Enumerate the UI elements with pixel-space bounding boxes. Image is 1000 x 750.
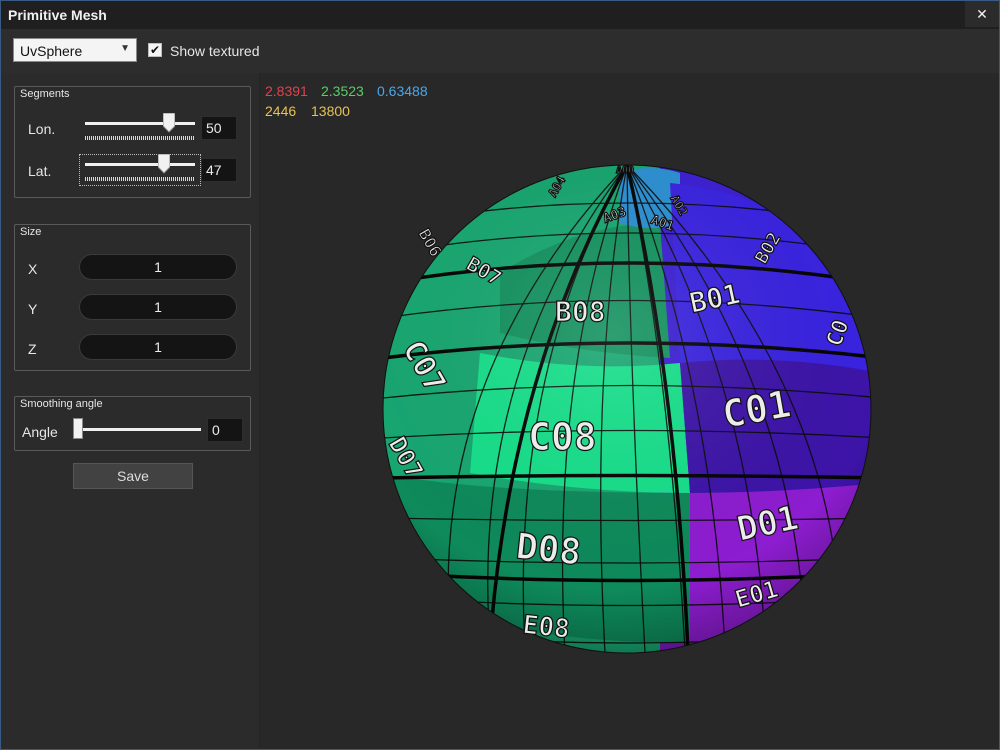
mesh-type-value: UvSphere [20,43,83,59]
angle-label: Angle [22,424,58,440]
properties-panel: Segments Lon. 50 Lat. 47 Size X 1 Y 1 Z … [1,73,260,749]
tex-label-c08: C08 [528,415,597,459]
size-y-field[interactable]: 1 [79,294,237,320]
chevron-down-icon: ▼ [120,43,130,54]
tex-label-d08: D08 [514,526,583,574]
segments-title: Segments [20,88,70,100]
close-button[interactable]: ✕ [965,1,999,27]
size-title: Size [20,226,42,238]
lon-value-field[interactable]: 50 [201,116,237,140]
size-x-label: X [28,261,38,277]
tex-label-e08: E08 [521,610,571,645]
size-group: Size X 1 Y 1 Z 1 [14,224,251,371]
smoothing-group: Smoothing angle Angle 0 [14,396,251,451]
lat-label: Lat. [28,163,52,179]
angle-value-field[interactable]: 0 [207,418,243,442]
3d-viewport[interactable]: 2.8391 2.3523 0.63488 2446 13800 A03 A01… [260,73,999,749]
mesh-type-select[interactable]: UvSphere ▼ [13,38,137,62]
primitive-mesh-window: Primitive Mesh ✕ UvSphere ▼ ✔ Show textu… [0,0,1000,750]
size-x-field[interactable]: 1 [79,254,237,280]
lon-label: Lon. [28,121,56,137]
close-icon: ✕ [976,5,988,22]
save-button[interactable]: Save [73,463,193,489]
tex-label-b08: B08 [555,295,606,328]
window-title: Primitive Mesh [8,7,107,23]
lat-value-field[interactable]: 47 [201,158,237,182]
size-y-label: Y [28,301,38,317]
toolbar: UvSphere ▼ ✔ Show textured [1,29,999,74]
smoothing-title: Smoothing angle [20,398,103,410]
lon-slider-thumb[interactable] [163,113,175,133]
angle-slider-thumb[interactable] [73,418,83,439]
size-z-label: Z [28,341,37,357]
title-bar: Primitive Mesh ✕ [1,1,999,29]
size-z-field[interactable]: 1 [79,334,237,360]
uv-sphere-render: A03 A01 A04 A02 A00 B07 B08 B01 B02 B06 … [382,164,872,654]
lat-slider-focus [79,154,201,186]
show-textured-label: Show textured [170,43,260,59]
checkmark-icon: ✔ [149,43,161,57]
segments-group: Segments Lon. 50 Lat. 47 [14,86,251,198]
tex-label-a00: A00 [616,165,634,176]
show-textured-checkbox[interactable]: ✔ [148,43,162,57]
lat-slider-thumb[interactable] [158,154,170,174]
